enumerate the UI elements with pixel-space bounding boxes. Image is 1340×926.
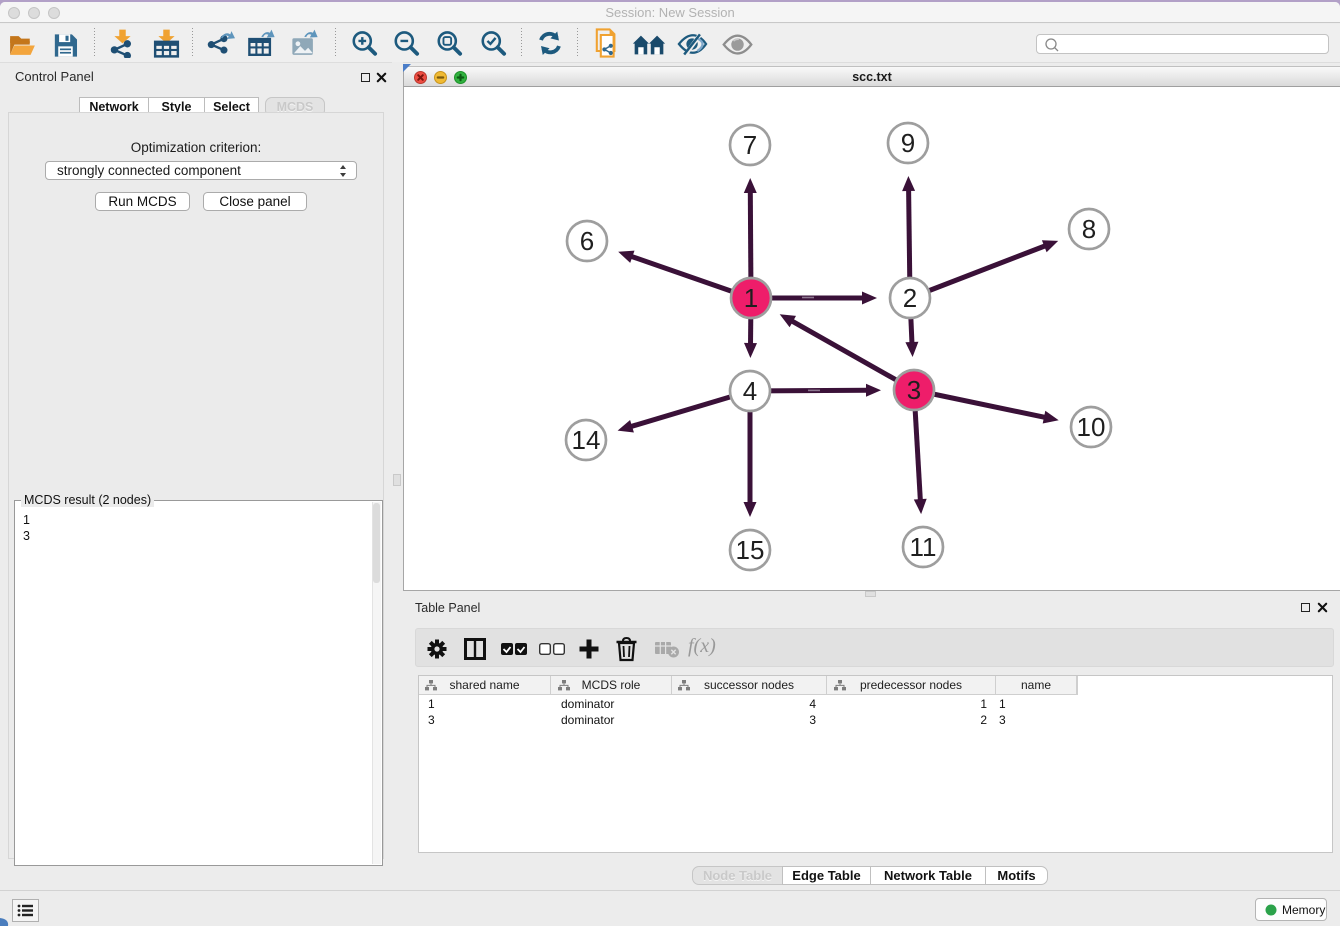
svg-text:11: 11 [910,532,937,562]
svg-text:15: 15 [736,535,765,565]
svg-text:10: 10 [1077,412,1106,442]
svg-text:3: 3 [907,375,921,405]
svg-text:8: 8 [1082,214,1096,244]
svg-text:2: 2 [903,283,917,313]
svg-text:14: 14 [572,425,601,455]
svg-text:6: 6 [580,226,594,256]
svg-text:7: 7 [743,130,757,160]
svg-text:4: 4 [743,376,757,406]
svg-text:1: 1 [744,283,758,313]
svg-text:9: 9 [901,128,915,158]
